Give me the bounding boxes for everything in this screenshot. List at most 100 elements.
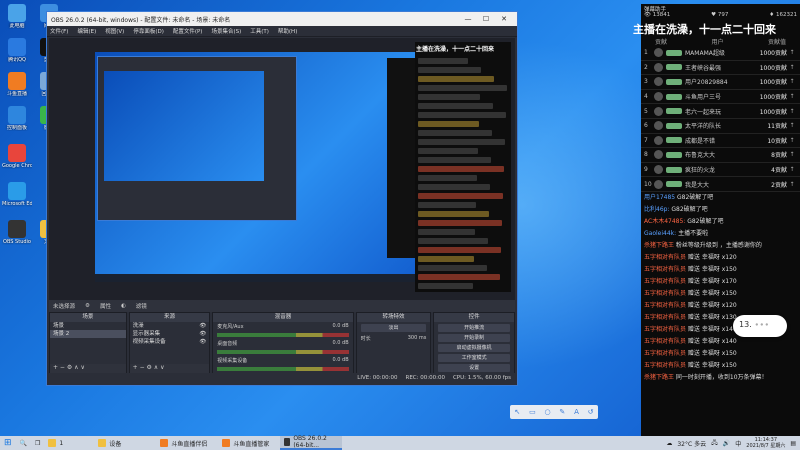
chat-message[interactable]: 用户17485 G82破解了吧 bbox=[641, 192, 800, 204]
chat-message[interactable]: 五字相对有队员 赠送 幸福呀 x120 bbox=[641, 300, 800, 312]
rank-row[interactable]: 6 太平洋的队长 11贡献 ↑ bbox=[641, 119, 800, 134]
desktop-icon[interactable]: Google Chrome bbox=[2, 144, 32, 169]
window-icon[interactable]: ▭ bbox=[529, 408, 536, 416]
close-icon[interactable]: ✕ bbox=[495, 15, 513, 23]
sources-toolbar[interactable]: + − ⚙ ∧ ∨ bbox=[129, 364, 210, 373]
arrow-icon[interactable]: ↖ bbox=[514, 408, 520, 416]
rank-row[interactable]: 4 斗鱼用户三号 1000贡献 ↑ bbox=[641, 90, 800, 105]
menu-item[interactable]: 配置文件(P) bbox=[173, 27, 203, 35]
start-button[interactable]: ⊞ bbox=[0, 436, 16, 450]
desktop-icon[interactable]: 此电脑 bbox=[2, 4, 32, 29]
menu-item[interactable]: 视图(V) bbox=[105, 27, 124, 35]
source-item[interactable]: 洗澡 👁 bbox=[130, 322, 210, 330]
chat-message[interactable]: 杀猪下路王 同一时刻开播，收到10万条弹幕！ bbox=[641, 372, 800, 384]
menu-item[interactable]: 编辑(E) bbox=[77, 27, 96, 35]
taskbar-item[interactable]: 设备 bbox=[94, 436, 156, 450]
desktop-icon[interactable]: Microsoft Edge bbox=[2, 182, 32, 207]
floating-toolbar[interactable]: ↖ ▭ ○ ✎ A ↺ bbox=[510, 405, 598, 419]
control-button[interactable]: 开始推流 bbox=[438, 324, 510, 332]
network-icon[interactable]: 🖧 bbox=[711, 438, 718, 448]
desktop-icon[interactable]: 控制面板 bbox=[2, 106, 32, 131]
eye-icon[interactable]: 👁 bbox=[199, 323, 206, 329]
taskbar-item[interactable]: OBS 26.0.2 (64-bit... bbox=[280, 435, 343, 450]
danmaku-panel[interactable]: 弹幕助手 👁 13841 ♥ 797 ♦ 162321 主播在洗澡，十一点二十回… bbox=[633, 4, 800, 436]
desktop-icon[interactable]: 斗鱼直播 bbox=[2, 72, 32, 97]
chat-message[interactable]: Gaolei44k: 主播不要啦 bbox=[641, 228, 800, 240]
sources-dock: 来源 洗澡 👁 显示器采集 👁 视频采集设备 👁 + − ⚙ ∧ ∨ bbox=[128, 312, 211, 374]
undo-icon[interactable]: ↺ bbox=[588, 408, 594, 416]
rank-row[interactable]: 5 老六一起来玩 1000贡献 ↑ bbox=[641, 104, 800, 119]
clock[interactable]: 11:14:37 2021/8/7 星期六 bbox=[746, 437, 785, 449]
rank-row[interactable]: 1 MAMAMA超级 1000贡献 ↑ bbox=[641, 46, 800, 61]
taskbar-item[interactable]: 斗鱼直播伴侣 bbox=[156, 436, 218, 450]
taskview-button[interactable]: ❐ bbox=[31, 436, 44, 450]
chat-message[interactable]: 杀猪下路王 粉丝等级升级到 ，主播感谢你的 bbox=[641, 240, 800, 252]
scene-item[interactable]: 场景 bbox=[50, 322, 126, 330]
scene-item[interactable]: 场景 2 bbox=[50, 330, 126, 338]
preview-chat-line bbox=[418, 256, 474, 262]
menu-item[interactable]: 文件(F) bbox=[50, 27, 68, 35]
circle-icon[interactable]: ○ bbox=[544, 408, 550, 416]
volume-icon[interactable]: 🔊 bbox=[723, 440, 730, 447]
message-user: 比利46p: bbox=[644, 205, 672, 213]
chat-message[interactable]: 五字相对有队员 赠送 幸福呀 x150 bbox=[641, 360, 800, 372]
control-button[interactable]: 工作室模式 bbox=[438, 354, 510, 362]
chat-message[interactable]: 五字相对有队员 赠送 幸福呀 x120 bbox=[641, 252, 800, 264]
minimize-icon[interactable]: — bbox=[459, 15, 477, 23]
ime-icon[interactable]: 中 bbox=[735, 439, 741, 448]
volume-meter[interactable] bbox=[217, 333, 349, 337]
gear-icon[interactable]: ⚙ bbox=[85, 303, 90, 309]
gifts-count: ♦ 162321 bbox=[769, 12, 797, 18]
chat-message[interactable]: 五字相对有队员 赠送 幸福呀 x170 bbox=[641, 276, 800, 288]
desktop-icon[interactable]: OBS Studio bbox=[2, 220, 32, 245]
rank-row[interactable]: 8 布鲁克大大 8贡献 ↑ bbox=[641, 148, 800, 163]
maximize-icon[interactable]: ☐ bbox=[477, 15, 495, 23]
text-icon[interactable]: A bbox=[574, 408, 579, 416]
chat-message[interactable]: 五字相对有队员 赠送 幸福呀 x140 bbox=[641, 336, 800, 348]
obs-preview[interactable]: 主播在洗澡，十一点二十回来 bbox=[49, 38, 515, 300]
message-text: 主播不要啦 bbox=[678, 229, 709, 237]
chat-message[interactable]: 五字相对有队员 赠送 幸福呀 x150 bbox=[641, 288, 800, 300]
chat-message[interactable]: 五字相对有队员 赠送 幸福呀 x150 bbox=[641, 348, 800, 360]
menu-item[interactable]: 工具(T) bbox=[250, 27, 269, 35]
control-button[interactable]: 设置 bbox=[438, 364, 510, 372]
notification-icon[interactable]: ▤ bbox=[790, 440, 796, 447]
obs-window[interactable]: OBS 26.0.2 (64-bit, windows) - 配置文件: 未命名… bbox=[46, 11, 518, 386]
chat-message[interactable]: 比利46p: G82破解了吧 bbox=[641, 204, 800, 216]
volume-meter[interactable] bbox=[217, 367, 349, 371]
rank-row[interactable]: 2 王者峡谷最强 1000贡献 ↑ bbox=[641, 61, 800, 76]
floating-bubble[interactable]: 13. ∙∙∙ bbox=[733, 315, 787, 337]
chat-message[interactable]: 五字相对有队员 赠送 幸福呀 x150 bbox=[641, 264, 800, 276]
rank-row[interactable]: 7 成都是不错 10贡献 ↑ bbox=[641, 134, 800, 149]
search-button[interactable]: 🔍 bbox=[16, 436, 31, 450]
menu-item[interactable]: 停靠面板(D) bbox=[133, 27, 164, 35]
preview-chat-line bbox=[418, 94, 480, 100]
taskbar-item[interactable]: 1 bbox=[44, 436, 94, 450]
control-button[interactable]: 启动虚拟摄像机 bbox=[438, 344, 510, 352]
scenes-toolbar[interactable]: + − ⚙ ∧ ∨ bbox=[50, 364, 126, 373]
source-item[interactable]: 视频采集设备 👁 bbox=[130, 338, 210, 346]
duration-input[interactable]: 300 ms bbox=[408, 335, 427, 342]
source-item[interactable]: 显示器采集 👁 bbox=[130, 330, 210, 338]
menu-item[interactable]: 帮助(H) bbox=[278, 27, 297, 35]
transition-select[interactable]: 淡出 bbox=[360, 324, 427, 332]
filters-button[interactable]: 滤镜 bbox=[136, 302, 147, 310]
rank-row[interactable]: 10 我是大大 2贡献 ↑ bbox=[641, 177, 800, 192]
message-list[interactable]: 用户17485 G82破解了吧 比利46p: G82破解了吧 AC木木47485: … bbox=[641, 192, 800, 384]
weather-icon[interactable]: ☁ bbox=[666, 440, 672, 447]
chat-message[interactable]: AC木木47485: G82破解了吧 bbox=[641, 216, 800, 228]
menu-item[interactable]: 场景集合(S) bbox=[211, 27, 241, 35]
volume-meter[interactable] bbox=[217, 350, 349, 354]
filter-icon[interactable]: ◐ bbox=[121, 303, 126, 309]
properties-button[interactable]: 属性 bbox=[100, 302, 111, 310]
desktop-icon[interactable]: 腾讯QQ bbox=[2, 38, 32, 63]
rank-row[interactable]: 9 疯狂的火龙 4贡献 ↑ bbox=[641, 163, 800, 178]
weather-text[interactable]: 32°C 多云 bbox=[677, 439, 706, 448]
eye-icon[interactable]: 👁 bbox=[199, 331, 206, 337]
obs-titlebar[interactable]: OBS 26.0.2 (64-bit, windows) - 配置文件: 未命名… bbox=[47, 12, 517, 26]
control-button[interactable]: 开始录制 bbox=[438, 334, 510, 342]
pen-icon[interactable]: ✎ bbox=[559, 408, 565, 416]
rank-row[interactable]: 3 用户20829884 1000贡献 ↑ bbox=[641, 75, 800, 90]
eye-icon[interactable]: 👁 bbox=[199, 339, 206, 345]
taskbar-item[interactable]: 斗鱼直播管家 bbox=[218, 436, 280, 450]
